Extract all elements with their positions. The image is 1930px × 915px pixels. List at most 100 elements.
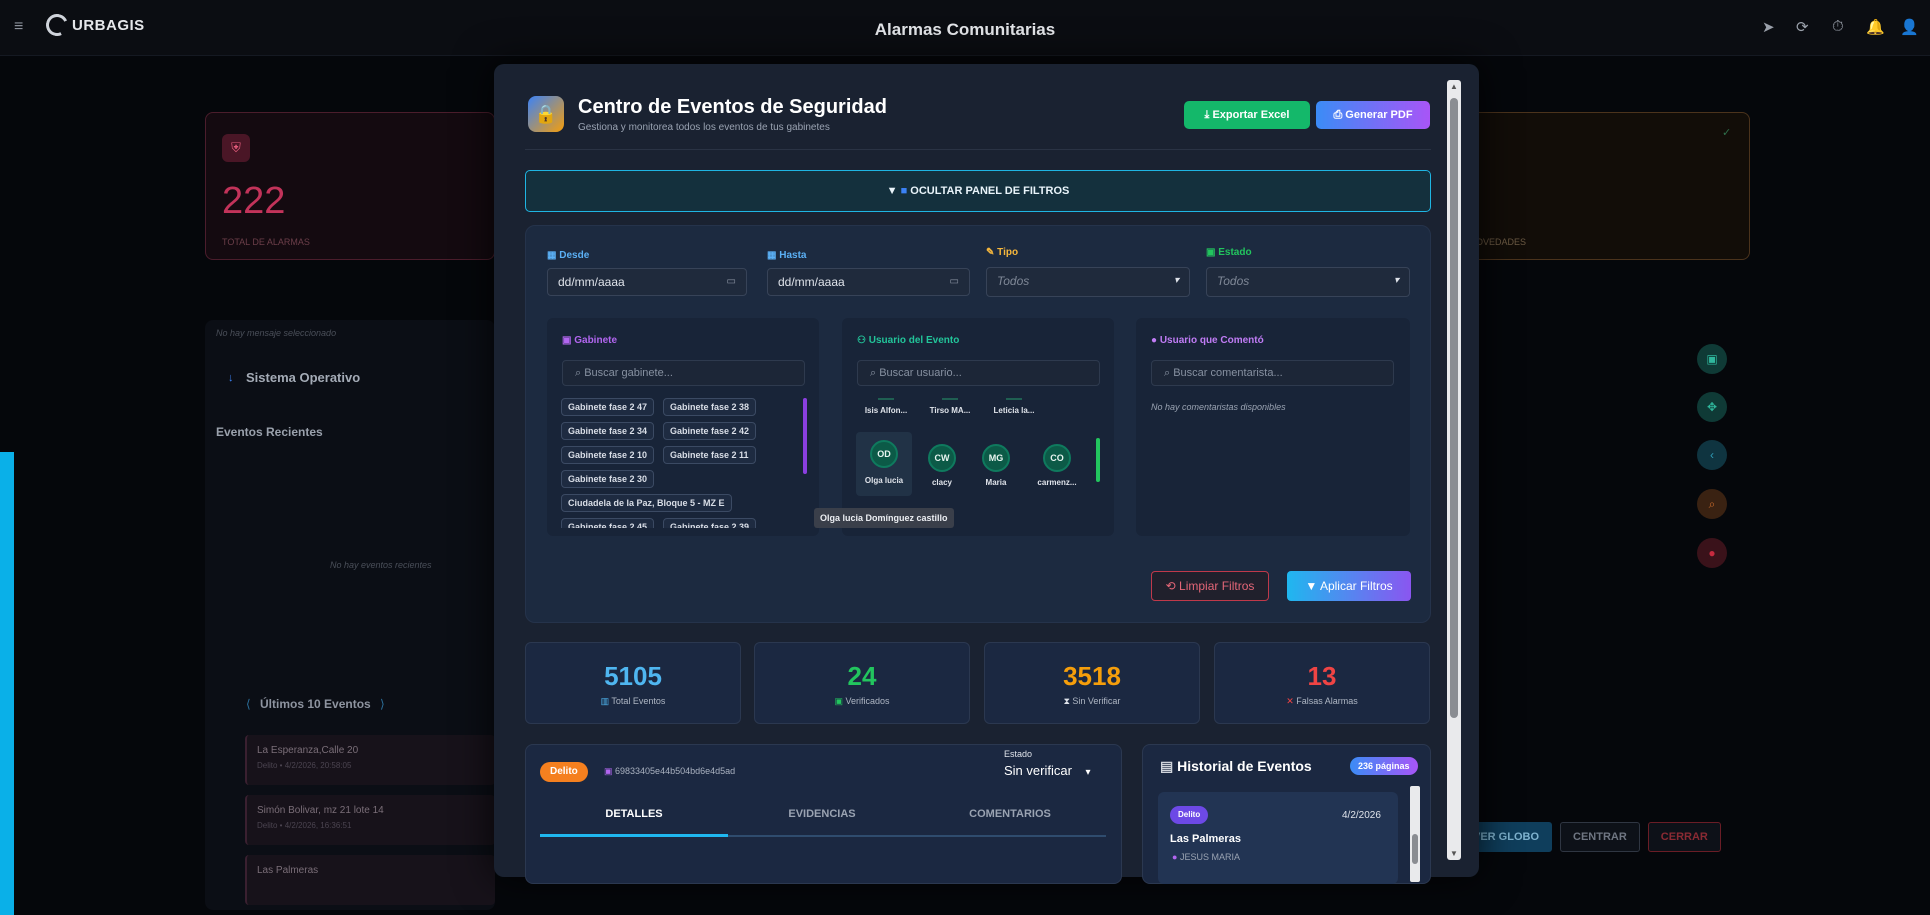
scroll-down-icon[interactable]: ▼ xyxy=(1450,849,1458,858)
user-option[interactable]: Isis Alfon... xyxy=(862,398,910,415)
user-icon: ● xyxy=(1172,852,1180,862)
stat-label-text: Sin Verificar xyxy=(1072,696,1121,706)
gabinete-search-input[interactable]: ⌕ Buscar gabinete... xyxy=(562,360,805,386)
toggle-filters-label: OCULTAR PANEL DE FILTROS xyxy=(910,185,1070,197)
eventos-recientes-heading: Eventos Recientes xyxy=(216,425,323,439)
avatar[interactable]: CO xyxy=(1043,444,1071,472)
scroll-up-icon[interactable]: ▲ xyxy=(1450,82,1458,91)
list-item[interactable]: Las Palmeras xyxy=(245,855,495,905)
tab-evidencias[interactable]: EVIDENCIAS xyxy=(728,808,916,820)
gabinete-chip[interactable]: Gabinete fase 2 11 xyxy=(663,446,756,464)
tipo-select[interactable]: Todos ▾ xyxy=(986,267,1190,297)
bell-icon[interactable]: 🔔 xyxy=(1866,18,1885,36)
apply-filters-button[interactable]: ▼ Aplicar Filtros xyxy=(1287,571,1411,601)
gabinete-chip[interactable]: Gabinete fase 2 39 xyxy=(663,518,757,528)
image-icon[interactable]: ▣ xyxy=(1697,344,1727,374)
timer-icon[interactable]: ⏱ xyxy=(1832,18,1844,35)
gabinete-chip[interactable]: Gabinete fase 2 10 xyxy=(561,446,655,464)
hasta-date-input[interactable]: dd/mm/aaaa ▭ xyxy=(767,268,970,296)
gabinete-chip[interactable]: Gabinete fase 2 47 xyxy=(561,398,655,416)
total-alarmas-label: TOTAL DE ALARMAS xyxy=(222,237,310,247)
gabinete-chip[interactable]: Gabinete fase 2 45 xyxy=(561,518,655,528)
tipo-label: ✎ Tipo xyxy=(986,247,1019,258)
stat-label: ✕ Falsas Alarmas xyxy=(1215,696,1429,707)
toggle-filters-button[interactable]: ▼ ■ OCULTAR PANEL DE FILTROS xyxy=(525,170,1431,212)
gabinete-label: ▣ Gabinete xyxy=(562,335,618,346)
desde-date-input[interactable]: dd/mm/aaaa ▭ xyxy=(547,268,747,296)
record-icon[interactable]: ● xyxy=(1697,538,1727,568)
gabinete-chip[interactable]: Gabinete fase 2 30 xyxy=(561,470,655,488)
chevron-right-icon: ⟩ xyxy=(380,697,385,711)
clipboard-icon: ▤ xyxy=(1160,758,1178,774)
usuario-evento-box xyxy=(842,318,1114,536)
generate-pdf-button[interactable]: ⎙ Generar PDF xyxy=(1316,101,1430,129)
usuario-search-input[interactable]: ⌕ Buscar usuario... xyxy=(857,360,1100,386)
gabinete-chip[interactable]: Gabinete fase 2 42 xyxy=(663,422,757,440)
event-id-text: 69833405e44b504bd6e4d5ad xyxy=(615,766,736,776)
no-comentaristas-text: No hay comentaristas disponibles xyxy=(1151,402,1286,412)
user-option[interactable]: Tirso MA... xyxy=(926,398,974,415)
gabinete-chips: Gabinete fase 2 47 Gabinete fase 2 38 Ga… xyxy=(553,396,803,528)
chevron-down-icon: ▾ xyxy=(1393,275,1399,286)
historial-scroll-thumb[interactable] xyxy=(1412,834,1418,864)
gabinete-chip[interactable]: Ciudadela de la Paz, Bloque 5 - MZ E xyxy=(561,494,732,512)
gabinete-chip[interactable]: Gabinete fase 2 38 xyxy=(663,398,757,416)
send-icon[interactable]: ➤ xyxy=(1762,18,1775,36)
pages-badge: 236 páginas xyxy=(1350,757,1418,775)
historial-item-sub: ● JESUS MARIA xyxy=(1172,852,1240,862)
estado-field-label: Estado xyxy=(1004,749,1033,759)
tab-comentarios[interactable]: COMENTARIOS xyxy=(916,808,1104,820)
stat-label: ▣ Verificados xyxy=(755,696,969,707)
historial-item-sub-text: JESUS MARIA xyxy=(1179,852,1240,862)
avatar-name: carmenz... xyxy=(1037,478,1077,487)
back-icon[interactable]: ‹ xyxy=(1697,440,1727,470)
gabinete-scrollbar[interactable] xyxy=(803,398,807,474)
close-map-button[interactable]: CERRAR xyxy=(1647,822,1721,852)
clear-filters-button[interactable]: ⟲ Limpiar Filtros xyxy=(1151,571,1269,601)
user-name: Isis Alfon... xyxy=(864,406,908,415)
avatar[interactable]: CW xyxy=(928,444,956,472)
total-alarmas-value: 222 xyxy=(222,180,286,222)
estado-select-detail[interactable]: Sin verificar ▾ xyxy=(1004,763,1091,778)
list-item[interactable]: La Esperanza,Calle 20 Delito • 4/2/2026,… xyxy=(245,735,495,785)
usuario-scrollbar[interactable] xyxy=(1096,438,1100,482)
move-icon[interactable]: ✥ xyxy=(1697,392,1727,422)
desde-label: ▦ Desde xyxy=(547,250,590,261)
usuario-comento-label-text: Usuario que Comentó xyxy=(1159,335,1264,346)
avatar[interactable]: MG xyxy=(982,444,1010,472)
modal-subtitle: Gestiona y monitorea todos los eventos d… xyxy=(578,122,830,133)
historial-item-date: 4/2/2026 xyxy=(1342,810,1381,821)
map-buttons: VER GLOBO CENTRAR CERRAR xyxy=(1460,822,1721,852)
app-title: Alarmas Comunitarias xyxy=(874,20,1056,39)
list-item[interactable]: Simón Bolivar, mz 21 lote 14 Delito • 4/… xyxy=(245,795,495,845)
arrow-icon: ↓ xyxy=(228,372,234,384)
historial-item-title: Las Palmeras xyxy=(1170,833,1241,845)
desde-label-text: Desde xyxy=(559,250,590,261)
refresh-icon[interactable]: ⟳ xyxy=(1796,18,1809,36)
user-option[interactable]: Leticia la... xyxy=(990,398,1038,415)
export-excel-button[interactable]: ⤓ Exportar Excel xyxy=(1184,101,1310,129)
clear-filters-label: Limpiar Filtros xyxy=(1179,579,1255,593)
hasta-label-text: Hasta xyxy=(779,250,807,261)
comentarista-placeholder: Buscar comentarista... xyxy=(1173,367,1283,379)
user-icon[interactable]: 👤 xyxy=(1900,18,1919,36)
search-icon[interactable]: ⌕ xyxy=(1697,489,1727,519)
modal-scrollbar[interactable]: ▲ ▼ xyxy=(1447,80,1461,860)
comentarista-search-input[interactable]: ⌕ Buscar comentarista... xyxy=(1151,360,1394,386)
modal-title: Centro de Eventos de Seguridad xyxy=(578,96,887,118)
gabinete-chip[interactable]: Gabinete fase 2 34 xyxy=(561,422,655,440)
avatar[interactable]: OD xyxy=(870,440,898,468)
gabinete-label-text: Gabinete xyxy=(574,335,618,346)
tab-detalles[interactable]: DETALLES xyxy=(540,808,728,820)
estado-select[interactable]: Todos ▾ xyxy=(1206,267,1410,297)
center-button[interactable]: CENTRAR xyxy=(1560,822,1640,852)
user-tooltip: Olga lucia Domínguez castillo xyxy=(814,508,954,528)
filter-icon: ▼ xyxy=(1305,579,1320,593)
modal-scroll-thumb[interactable] xyxy=(1450,98,1458,718)
stat-verificados: 24 ▣ Verificados xyxy=(754,642,970,724)
event-title: La Esperanza,Calle 20 xyxy=(257,745,359,756)
apply-filters-label: Aplicar Filtros xyxy=(1319,579,1393,593)
event-type-badge: Delito xyxy=(540,762,588,782)
calendar-icon: ▭ xyxy=(949,276,959,287)
usuario-comento-box xyxy=(1136,318,1410,536)
